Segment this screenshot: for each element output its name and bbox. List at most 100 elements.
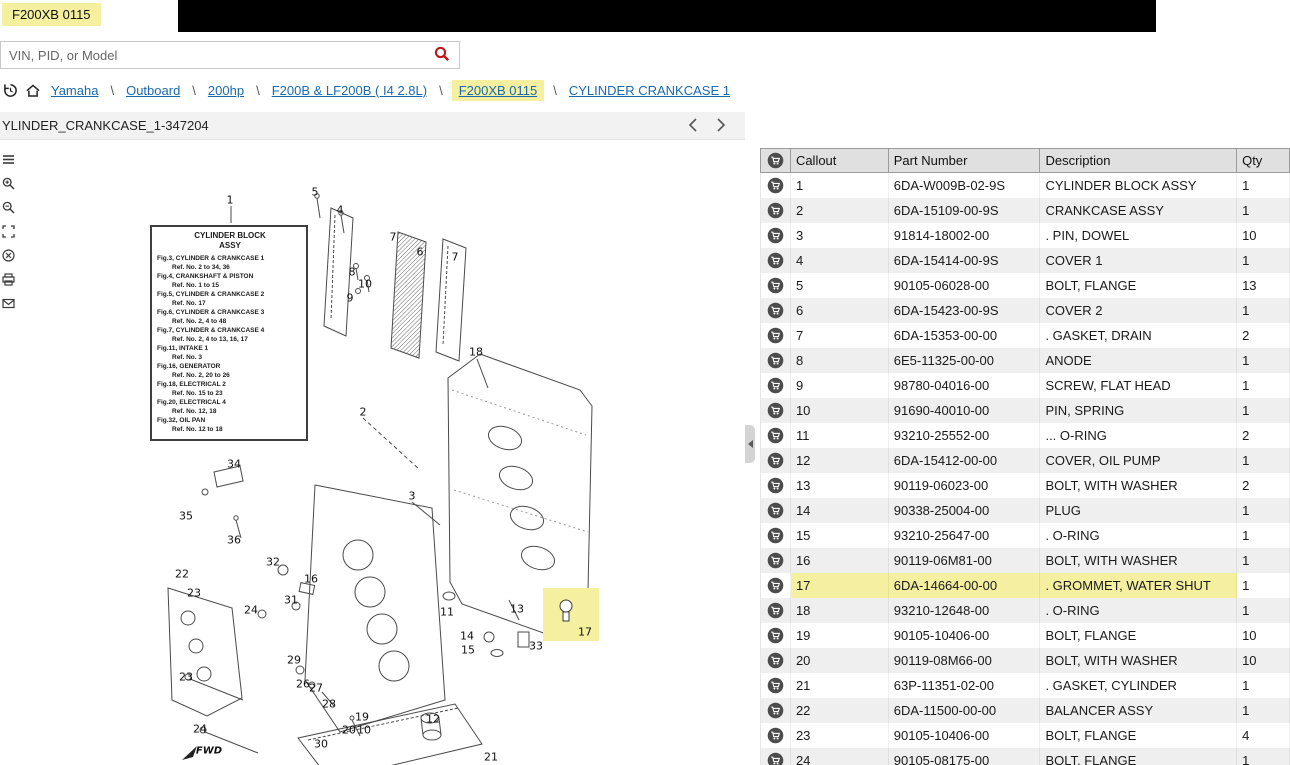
breadcrumb-item[interactable]: 200hp: [205, 81, 247, 100]
add-to-cart-icon[interactable]: [761, 398, 791, 423]
diagram-callout[interactable]: 35: [179, 510, 193, 523]
add-to-cart-icon[interactable]: [761, 223, 791, 248]
diagram-callout[interactable]: 36: [227, 534, 241, 547]
diagram-callout[interactable]: 6: [417, 246, 424, 259]
zoom-out-icon[interactable]: [1, 200, 16, 215]
header-description[interactable]: Description: [1040, 149, 1238, 172]
zoom-in-icon[interactable]: [1, 176, 16, 191]
diagram-callout[interactable]: 1: [227, 194, 234, 207]
diagram-callout[interactable]: 20: [342, 724, 356, 737]
diagram-callout[interactable]: 30: [314, 738, 328, 751]
parts-table-row[interactable]: 5 90105-06028-00 BOLT, FLANGE 13: [760, 273, 1290, 298]
diagram-callout[interactable]: 5: [312, 186, 319, 199]
diagram-callout[interactable]: 4: [337, 204, 344, 217]
add-to-cart-icon[interactable]: [761, 623, 791, 648]
diagram-callout[interactable]: 16: [304, 573, 318, 586]
diagram-callout[interactable]: 23: [187, 587, 201, 600]
add-to-cart-icon[interactable]: [761, 748, 791, 765]
print-icon[interactable]: [1, 272, 16, 287]
diagram-callout[interactable]: 23: [179, 671, 193, 684]
parts-table-row[interactable]: 7 6DA-15353-00-00. GASKET, DRAIN 2: [760, 323, 1290, 348]
diagram-callout[interactable]: 14: [460, 630, 474, 643]
next-page-button[interactable]: [710, 116, 732, 136]
prev-page-button[interactable]: [682, 116, 704, 136]
diagram-callout[interactable]: 29: [287, 654, 301, 667]
fit-screen-icon[interactable]: [1, 224, 16, 239]
parts-table-row[interactable]: 19 90105-10406-00 BOLT, FLANGE 10: [760, 623, 1290, 648]
diagram-callout[interactable]: 24: [244, 604, 258, 617]
header-part-number[interactable]: Part Number: [889, 149, 1041, 172]
diagram-callout[interactable]: 34: [227, 458, 241, 471]
diagram-callout[interactable]: 15: [461, 644, 475, 657]
parts-table-row[interactable]: 16 90119-06M81-00 BOLT, WITH WASHER 1: [760, 548, 1290, 573]
add-to-cart-icon[interactable]: [761, 548, 791, 573]
diagram-callout[interactable]: 3: [409, 490, 416, 503]
add-to-cart-icon[interactable]: [761, 598, 791, 623]
diagram-callout[interactable]: 13: [510, 603, 524, 616]
diagram-callout[interactable]: 33: [529, 640, 543, 653]
add-to-cart-icon[interactable]: [761, 173, 791, 198]
header-callout[interactable]: Callout: [791, 149, 889, 172]
parts-table-row[interactable]: 23 90105-10406-00 BOLT, FLANGE 4: [760, 723, 1290, 748]
add-to-cart-icon[interactable]: [761, 348, 791, 373]
header-qty[interactable]: Qty: [1237, 149, 1290, 172]
diagram-callout[interactable]: 8: [349, 266, 356, 279]
diagram-callout[interactable]: 7: [452, 251, 459, 264]
parts-table-row[interactable]: 1 6DA-W009B-02-9S CYLINDER BLOCK ASSY 1: [760, 173, 1290, 198]
search-button[interactable]: [425, 42, 459, 68]
parts-table-row[interactable]: 8 6E5-11325-00-00 ANODE 1: [760, 348, 1290, 373]
parts-table-row[interactable]: 10 91690-40010-00 PIN, SPRING 1: [760, 398, 1290, 423]
add-to-cart-icon[interactable]: [761, 698, 791, 723]
parts-table-row[interactable]: 3 91814-18002-00. PIN, DOWEL 10: [760, 223, 1290, 248]
parts-table-row[interactable]: 21 63P-11351-02-00. GASKET, CYLINDER 1: [760, 673, 1290, 698]
diagram-callout[interactable]: FWD: [196, 746, 222, 757]
add-to-cart-icon[interactable]: [761, 273, 791, 298]
menu-icon[interactable]: [1, 152, 16, 167]
diagram-callout[interactable]: 26: [296, 678, 310, 691]
diagram-callout[interactable]: 17: [578, 626, 592, 639]
diagram-callout[interactable]: 12: [426, 713, 440, 726]
diagram-callout[interactable]: 7: [390, 231, 397, 244]
diagram-callout[interactable]: 21: [484, 751, 498, 764]
diagram-callout[interactable]: 32: [266, 556, 280, 569]
add-to-cart-icon[interactable]: [761, 248, 791, 273]
parts-table-row[interactable]: 4 6DA-15414-00-9S COVER 11: [760, 248, 1290, 273]
parts-table-row[interactable]: 14 90338-25004-00 PLUG 1: [760, 498, 1290, 523]
add-to-cart-icon[interactable]: [761, 648, 791, 673]
panel-splitter[interactable]: [745, 425, 755, 463]
breadcrumb-item[interactable]: F200B & LF200B ( I4 2.8L): [269, 81, 430, 100]
search-input[interactable]: [1, 47, 425, 63]
parts-table-row[interactable]: 6 6DA-15423-00-9S COVER 21: [760, 298, 1290, 323]
close-icon[interactable]: [1, 248, 16, 263]
breadcrumb-item[interactable]: F200XB 0115: [451, 79, 545, 101]
add-to-cart-icon[interactable]: [761, 298, 791, 323]
add-to-cart-icon[interactable]: [761, 523, 791, 548]
breadcrumb-item[interactable]: Yamaha: [48, 81, 101, 100]
diagram-callout[interactable]: 24: [193, 723, 207, 736]
add-to-cart-icon[interactable]: [761, 673, 791, 698]
parts-table-row[interactable]: 15 93210-25647-00. O-RING 1: [760, 523, 1290, 548]
parts-table-row[interactable]: 13 90119-06023-00 BOLT, WITH WASHER 2: [760, 473, 1290, 498]
parts-table-row[interactable]: 18 93210-12648-00. O-RING 1: [760, 598, 1290, 623]
diagram-callout[interactable]: 22: [175, 568, 189, 581]
parts-table-row[interactable]: 24 90105-08175-00 BOLT, FLANGE 1: [760, 748, 1290, 765]
add-to-cart-icon[interactable]: [761, 373, 791, 398]
parts-table-row[interactable]: 9 98780-04016-00 SCREW, FLAT HEAD 1: [760, 373, 1290, 398]
parts-table-row[interactable]: 17 6DA-14664-00-00. GROMMET, WATER SHUT 1: [760, 573, 1290, 598]
page-tab[interactable]: F200XB 0115: [2, 3, 101, 26]
breadcrumb-item[interactable]: Outboard: [123, 81, 183, 100]
diagram-callout[interactable]: 31: [284, 594, 298, 607]
history-icon[interactable]: [3, 83, 18, 98]
parts-table-row[interactable]: 20 90119-08M66-00 BOLT, WITH WASHER 10: [760, 648, 1290, 673]
add-to-cart-icon[interactable]: [761, 573, 791, 598]
diagram-callout[interactable]: 19: [355, 711, 369, 724]
diagram-callout[interactable]: 18: [469, 346, 483, 359]
email-icon[interactable]: [1, 296, 16, 311]
add-to-cart-icon[interactable]: [761, 723, 791, 748]
add-to-cart-icon[interactable]: [761, 198, 791, 223]
add-to-cart-icon[interactable]: [761, 498, 791, 523]
home-icon[interactable]: [25, 83, 41, 98]
parts-table-row[interactable]: 12 6DA-15412-00-00 COVER, OIL PUMP 1: [760, 448, 1290, 473]
add-to-cart-icon[interactable]: [761, 473, 791, 498]
diagram-callout[interactable]: 9: [347, 292, 354, 305]
